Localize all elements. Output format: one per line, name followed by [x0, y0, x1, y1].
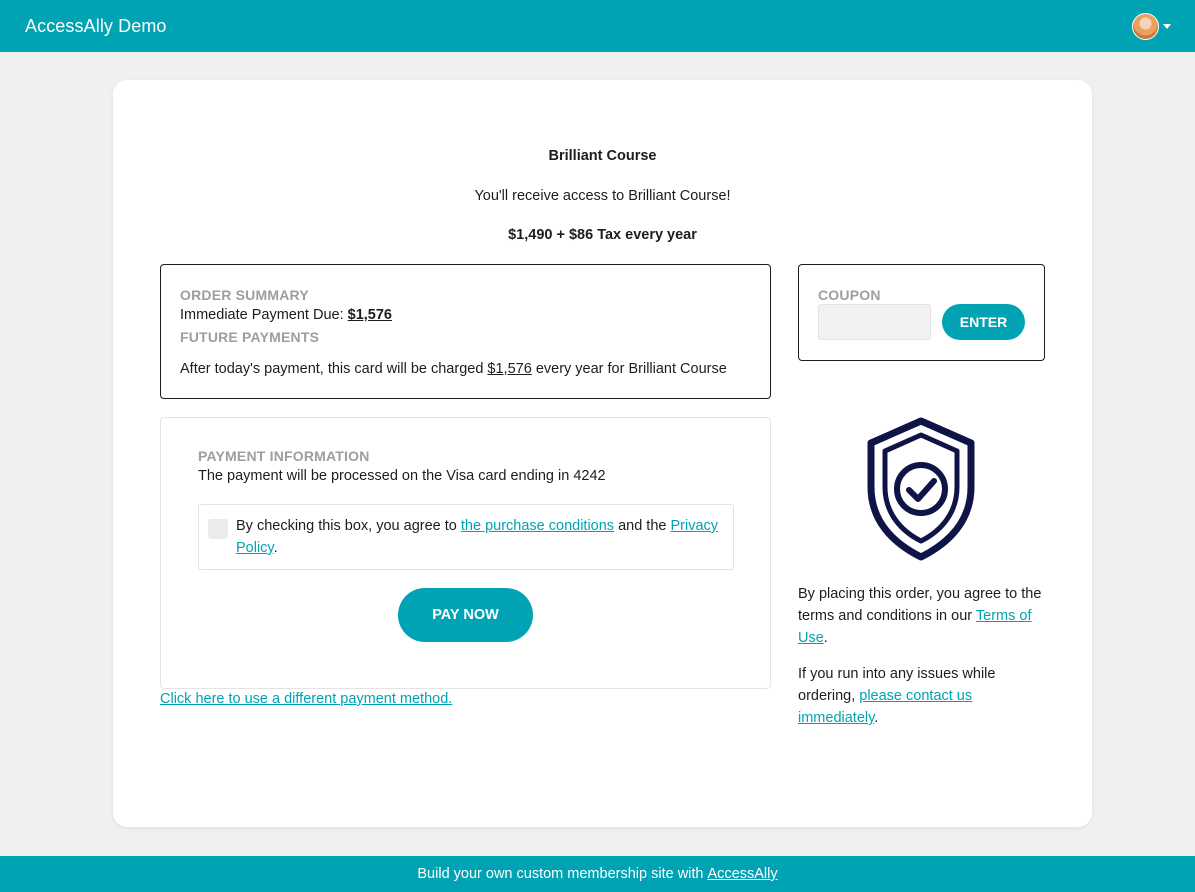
agree-checkbox[interactable]: [208, 519, 228, 539]
order-summary-heading: ORDER SUMMARY: [180, 287, 309, 303]
caret-down-icon[interactable]: [1163, 23, 1171, 29]
product-price: $1,490 + $86 Tax every year: [508, 227, 697, 243]
future-payments-prefix: After today's payment, this card will be…: [180, 361, 484, 377]
agreement-row: By checking this box, you agree to the p…: [198, 504, 734, 570]
immediate-payment-line: Immediate Payment Due: $1,576: [180, 307, 751, 323]
pay-now-button[interactable]: PAY NOW: [398, 588, 533, 642]
immediate-payment-label: Immediate Payment Due:: [180, 307, 344, 323]
card-info-text: The payment will be processed on the Vis…: [198, 468, 606, 484]
coupon-heading: COUPON: [818, 287, 881, 303]
product-title: Brilliant Course: [548, 148, 657, 164]
future-payments-heading: FUTURE PAYMENTS: [180, 329, 320, 345]
different-payment-method-link[interactable]: Click here to use a different payment me…: [160, 691, 452, 707]
purchase-conditions-link[interactable]: the purchase conditions: [461, 518, 614, 534]
payment-information-heading: PAYMENT INFORMATION: [198, 448, 370, 464]
top-navigation-bar: AccessAlly Demo: [0, 0, 1195, 52]
footer-bar: Build your own custom membership site wi…: [0, 856, 1195, 892]
coupon-input[interactable]: [818, 304, 931, 340]
agreement-prefix: By checking this box, you agree to: [236, 518, 457, 534]
product-subtitle: You'll receive access to Brilliant Cours…: [474, 188, 731, 204]
future-payments-amount: $1,576: [487, 361, 532, 377]
legal-notes: By placing this order, you agree to the …: [798, 583, 1053, 729]
terms-suffix: .: [823, 630, 828, 646]
site-title[interactable]: AccessAlly Demo: [25, 16, 167, 37]
checkout-card: Brilliant Course You'll receive access t…: [113, 80, 1092, 827]
coupon-row: ENTER: [818, 304, 1025, 340]
order-summary-box: ORDER SUMMARY Immediate Payment Due: $1,…: [160, 264, 771, 399]
immediate-payment-amount: $1,576: [347, 307, 392, 323]
user-avatar-icon[interactable]: [1132, 12, 1159, 40]
terms-paragraph: By placing this order, you agree to the …: [798, 583, 1053, 649]
user-menu[interactable]: [1132, 12, 1171, 40]
future-payments-line: After today's payment, this card will be…: [180, 361, 751, 377]
coupon-enter-button[interactable]: ENTER: [942, 304, 1025, 340]
coupon-box: COUPON ENTER: [798, 264, 1045, 361]
payment-information-box: PAYMENT INFORMATION The payment will be …: [160, 417, 771, 689]
shield-check-icon: [867, 417, 975, 561]
future-payments-suffix: every year for Brilliant Course: [535, 361, 727, 377]
contact-paragraph: If you run into any issues while orderin…: [798, 663, 1053, 729]
agreement-suffix: .: [273, 540, 278, 556]
footer-accessally-link[interactable]: AccessAlly: [707, 866, 777, 882]
contact-suffix: .: [874, 710, 879, 726]
agreement-text: By checking this box, you agree to the p…: [236, 515, 724, 559]
footer-text: Build your own custom membership site wi…: [417, 866, 704, 882]
agreement-middle: and the: [618, 518, 667, 534]
